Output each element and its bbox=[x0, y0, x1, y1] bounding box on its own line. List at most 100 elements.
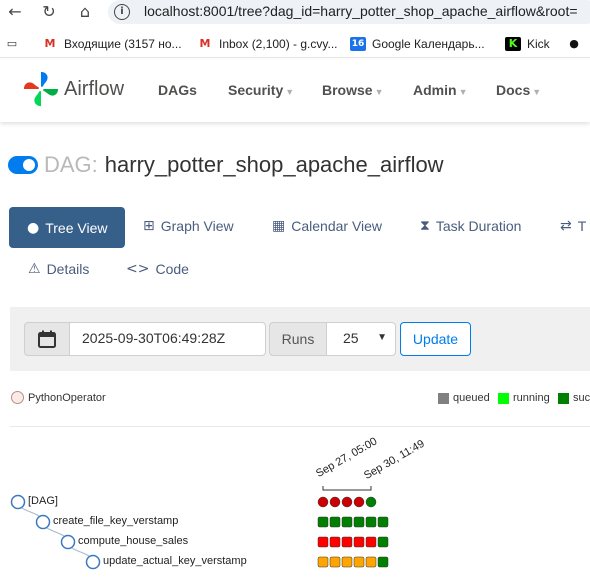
browser-address-bar: ← ↻ ⌂ i localhost:8001/tree?dag_id=harry… bbox=[0, 0, 590, 26]
tab-task-tries[interactable]: ⇄ T bbox=[560, 218, 586, 234]
airflow-logo-icon bbox=[23, 71, 59, 107]
nav-item-admin[interactable]: Admin ▼ bbox=[413, 82, 467, 98]
runs-select[interactable]: 25 ▼ bbox=[326, 322, 396, 356]
bookmark-item[interactable]: M Inbox (2,100) - g.cvy... bbox=[197, 37, 338, 51]
dag-run-circle[interactable] bbox=[317, 496, 329, 508]
nav-item-security[interactable]: Security ▼ bbox=[228, 82, 294, 98]
hourglass-icon: ⧗ bbox=[420, 218, 430, 234]
tab-label: Code bbox=[155, 261, 189, 277]
date-picker-button[interactable] bbox=[24, 322, 70, 356]
nav-label: Docs bbox=[496, 82, 531, 98]
nav-label: Browse bbox=[322, 82, 373, 98]
tree-node[interactable] bbox=[10, 494, 26, 510]
task-instance-square[interactable] bbox=[353, 556, 365, 568]
bookmark-item[interactable]: 16 Google Календарь... bbox=[350, 37, 485, 51]
task-label[interactable]: create_file_key_verstamp bbox=[53, 515, 178, 527]
reload-icon[interactable]: ↻ bbox=[38, 2, 60, 22]
operator-legend: PythonOperator bbox=[11, 391, 106, 404]
tab-details[interactable]: ⚠ Details bbox=[28, 261, 89, 277]
task-label[interactable]: update_actual_key_verstamp bbox=[103, 555, 247, 567]
base-date-input[interactable]: 2025-09-30T06:49:28Z bbox=[69, 322, 266, 356]
state-label: queued bbox=[453, 392, 490, 404]
back-icon[interactable]: ← bbox=[4, 2, 26, 22]
update-button[interactable]: Update bbox=[400, 322, 471, 356]
runs-label: Runs bbox=[269, 322, 327, 356]
tab-label: T bbox=[577, 218, 587, 234]
chevron-down-icon: ▼ bbox=[377, 332, 387, 343]
dag-pause-toggle[interactable] bbox=[8, 156, 38, 174]
dag-run-circle[interactable] bbox=[365, 496, 377, 508]
task-instance-square[interactable] bbox=[341, 536, 353, 548]
tab-graph-view[interactable]: ⊞ Graph View bbox=[143, 218, 234, 234]
caret-down-icon: ▼ bbox=[374, 87, 384, 97]
tab-label: Task Duration bbox=[435, 218, 522, 234]
kick-icon: K bbox=[505, 37, 521, 51]
date-range-bracket bbox=[322, 486, 372, 491]
tab-label: Calendar View bbox=[291, 218, 383, 234]
task-instance-square[interactable] bbox=[365, 536, 377, 548]
tree-node[interactable] bbox=[35, 514, 51, 530]
calendar-icon: 16 bbox=[350, 37, 366, 51]
tab-task-duration[interactable]: ⧗ Task Duration bbox=[420, 218, 521, 234]
nav-label: Security bbox=[228, 82, 284, 98]
dag-run-circle[interactable] bbox=[329, 496, 341, 508]
calendar-icon: ▦ bbox=[272, 218, 286, 234]
task-instance-square[interactable] bbox=[365, 556, 377, 568]
tree-view-graph bbox=[10, 486, 389, 570]
nav-item-browse[interactable]: Browse ▼ bbox=[322, 82, 384, 98]
task-instance-square[interactable] bbox=[329, 556, 341, 568]
task-instance-square[interactable] bbox=[329, 516, 341, 528]
state-label: suc bbox=[573, 392, 590, 404]
state-legend-success[interactable]: suc bbox=[558, 392, 590, 404]
home-icon[interactable]: ⌂ bbox=[74, 2, 96, 22]
brand-name: Airflow bbox=[64, 77, 125, 100]
nav-item-docs[interactable]: Docs ▼ bbox=[496, 82, 541, 98]
dag-run-circle[interactable] bbox=[353, 496, 365, 508]
url-field[interactable]: i localhost:8001/tree?dag_id=harry_potte… bbox=[108, 0, 590, 24]
state-label: running bbox=[513, 392, 550, 404]
gmail-icon: M bbox=[199, 37, 211, 50]
task-instance-square[interactable] bbox=[341, 556, 353, 568]
page-title: DAG: harry_potter_shop_apache_airflow bbox=[8, 152, 444, 178]
task-instance-square[interactable] bbox=[377, 536, 389, 548]
github-icon[interactable]: ● bbox=[566, 37, 588, 51]
queued-swatch bbox=[438, 392, 449, 404]
tree-node[interactable] bbox=[60, 534, 76, 550]
bookmark-label: Входящие (3157 но... bbox=[64, 37, 182, 51]
operator-swatch bbox=[11, 391, 24, 404]
task-instance-square[interactable] bbox=[377, 516, 389, 528]
gmail-icon: M bbox=[44, 37, 56, 50]
task-instance-square[interactable] bbox=[329, 536, 341, 548]
tree-node[interactable] bbox=[85, 554, 101, 570]
tab-calendar-view[interactable]: ▦ Calendar View bbox=[272, 218, 382, 234]
state-legend-running[interactable]: running bbox=[498, 392, 550, 404]
task-instance-square[interactable] bbox=[353, 516, 365, 528]
tab-tree-view[interactable]: ● Tree View bbox=[9, 207, 125, 248]
task-label[interactable]: [DAG] bbox=[28, 495, 58, 507]
state-legend-queued[interactable]: queued bbox=[438, 392, 490, 404]
task-instance-square[interactable] bbox=[317, 516, 329, 528]
task-instance-square[interactable] bbox=[377, 556, 389, 568]
bookmarks-apps-icon[interactable]: ▭ bbox=[4, 37, 26, 51]
bookmark-item[interactable]: K Kick bbox=[505, 37, 550, 51]
nav-label: DAGs bbox=[158, 82, 197, 98]
task-instance-square[interactable] bbox=[317, 536, 329, 548]
bookmark-item[interactable]: M Входящие (3157 но... bbox=[42, 37, 182, 51]
graph-icon: ⊞ bbox=[143, 218, 155, 234]
task-instance-square[interactable] bbox=[365, 516, 377, 528]
bookmark-label: Inbox (2,100) - g.cvy... bbox=[219, 37, 338, 51]
nav-item-dags[interactable]: DAGs bbox=[158, 82, 197, 98]
tab-code[interactable]: <> Code bbox=[126, 261, 189, 277]
dag-name: harry_potter_shop_apache_airflow bbox=[104, 152, 444, 177]
task-instance-square[interactable] bbox=[341, 516, 353, 528]
success-swatch bbox=[558, 392, 569, 404]
site-info-icon[interactable]: i bbox=[114, 4, 130, 20]
task-label[interactable]: compute_house_sales bbox=[78, 535, 188, 547]
task-instance-square[interactable] bbox=[353, 536, 365, 548]
bookmark-label: Google Календарь... bbox=[372, 37, 485, 51]
task-instance-square[interactable] bbox=[317, 556, 329, 568]
dag-run-circle[interactable] bbox=[341, 496, 353, 508]
brand-link[interactable]: Airflow bbox=[22, 70, 124, 108]
tab-label: Graph View bbox=[160, 218, 234, 234]
url-text[interactable]: localhost:8001/tree?dag_id=harry_potter_… bbox=[144, 3, 578, 19]
